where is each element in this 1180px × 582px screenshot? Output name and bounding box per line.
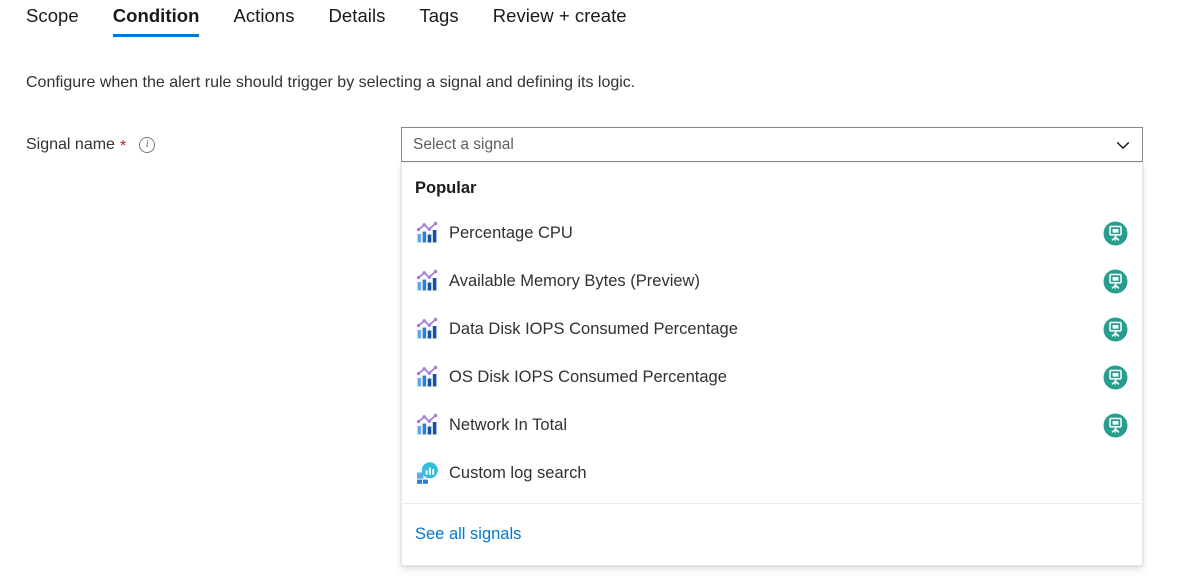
list-item-label: OS Disk IOPS Consumed Percentage bbox=[449, 368, 727, 386]
virtual-machine-badge-icon bbox=[1103, 365, 1128, 389]
signal-dropdown-panel: Popular Percentage CPU Available Memory … bbox=[401, 163, 1143, 566]
tab-tags[interactable]: Tags bbox=[419, 0, 458, 26]
tab-condition[interactable]: Condition bbox=[112, 0, 200, 37]
tab-details-label: Details bbox=[328, 5, 386, 26]
metric-chart-icon bbox=[416, 365, 438, 387]
tab-actions-label: Actions bbox=[233, 5, 295, 26]
virtual-machine-badge-icon bbox=[1103, 269, 1128, 293]
chevron-down-icon[interactable] bbox=[1104, 128, 1142, 161]
wizard-tab-strip: Scope Condition Actions Details Tags Rev… bbox=[0, 0, 1180, 52]
list-item[interactable]: Data Disk IOPS Consumed Percentage bbox=[402, 305, 1142, 353]
required-asterisk: * bbox=[119, 138, 127, 155]
see-all-signals-link[interactable]: See all signals bbox=[415, 525, 521, 544]
tab-actions[interactable]: Actions bbox=[233, 0, 294, 26]
page-description: Configure when the alert rule should tri… bbox=[26, 74, 636, 91]
list-item-label: Available Memory Bytes (Preview) bbox=[449, 272, 700, 290]
virtual-machine-badge-icon bbox=[1103, 221, 1128, 245]
tab-details[interactable]: Details bbox=[329, 0, 386, 26]
virtual-machine-badge-icon bbox=[1103, 413, 1128, 437]
signal-name-input[interactable] bbox=[402, 128, 1104, 161]
list-item[interactable]: OS Disk IOPS Consumed Percentage bbox=[402, 353, 1142, 401]
tab-tags-label: Tags bbox=[419, 5, 459, 26]
virtual-machine-badge-icon bbox=[1103, 317, 1128, 341]
tab-review-create[interactable]: Review + create bbox=[493, 0, 627, 26]
signal-name-combobox[interactable] bbox=[401, 127, 1143, 162]
list-item-label: Data Disk IOPS Consumed Percentage bbox=[449, 320, 738, 338]
metric-chart-icon bbox=[416, 221, 438, 243]
tab-condition-label: Condition bbox=[112, 5, 200, 26]
metric-chart-icon bbox=[416, 317, 438, 339]
log-analytics-icon bbox=[417, 462, 438, 484]
metric-chart-icon bbox=[416, 269, 438, 291]
dropdown-group-header-popular: Popular bbox=[415, 179, 477, 197]
list-item[interactable]: Custom log search bbox=[402, 449, 1142, 497]
list-item-label: Percentage CPU bbox=[449, 224, 573, 242]
tab-review-create-label: Review + create bbox=[492, 5, 627, 26]
list-item[interactable]: Available Memory Bytes (Preview) bbox=[402, 257, 1142, 305]
dropdown-footer: See all signals bbox=[402, 503, 1142, 565]
signal-name-field-label: Signal name * i bbox=[26, 134, 156, 156]
metric-chart-icon bbox=[416, 413, 438, 435]
signal-option-list: Percentage CPU Available Memory Bytes (P… bbox=[402, 205, 1142, 503]
list-item-label: Network In Total bbox=[449, 416, 567, 434]
list-item-label: Custom log search bbox=[449, 464, 587, 482]
info-icon[interactable]: i bbox=[139, 137, 156, 153]
tab-scope[interactable]: Scope bbox=[26, 0, 79, 26]
tab-scope-label: Scope bbox=[26, 5, 79, 26]
signal-name-label-text: Signal name bbox=[26, 136, 115, 153]
list-item[interactable]: Network In Total bbox=[402, 401, 1142, 449]
list-item[interactable]: Percentage CPU bbox=[402, 209, 1142, 257]
